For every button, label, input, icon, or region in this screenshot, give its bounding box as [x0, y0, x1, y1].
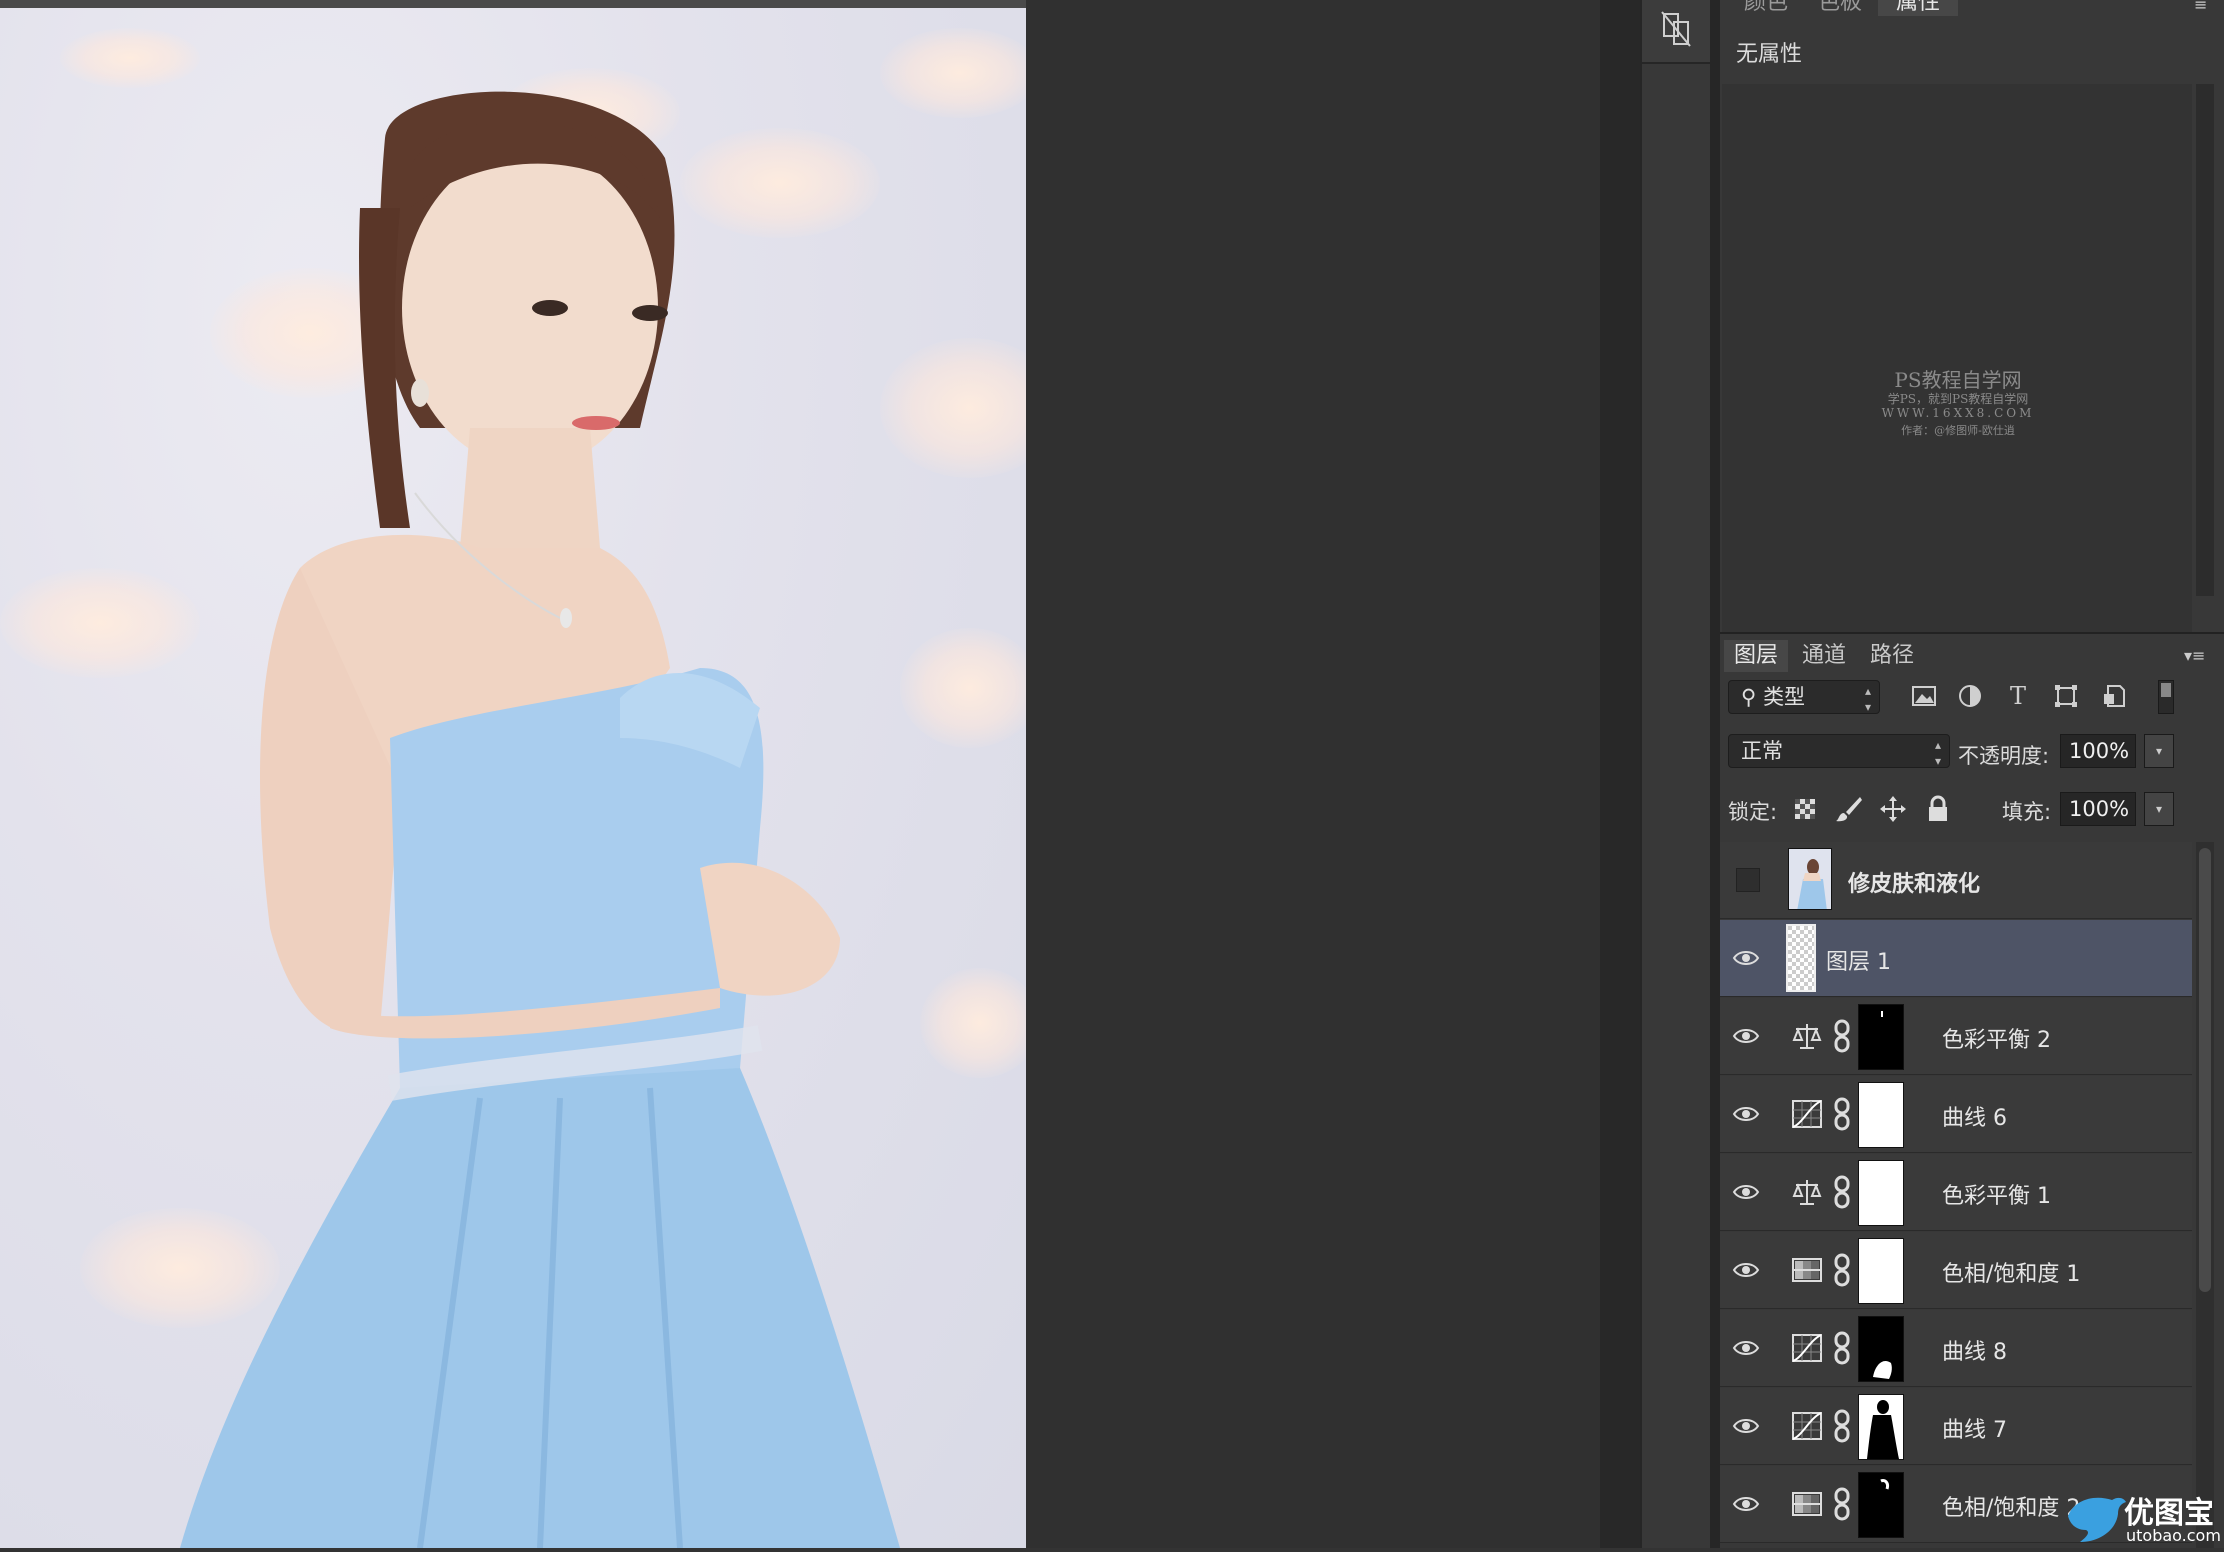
smart-object-filter-icon[interactable] — [2098, 680, 2130, 712]
layer-thumbnail-transparent — [1786, 924, 1816, 992]
bird-logo-icon — [2068, 1497, 2126, 1542]
layer-row-curves-7[interactable]: 曲线 7 — [1720, 1388, 2192, 1465]
tab-channels[interactable]: 通道 — [1792, 640, 1856, 672]
document-canvas[interactable] — [0, 8, 1026, 1548]
properties-title: 无属性 — [1736, 42, 1803, 67]
eye-icon[interactable] — [1732, 1022, 1760, 1050]
watermark-line2: 学PS，就到PS教程自学网 — [1887, 392, 2029, 406]
layer-row-color-balance-2[interactable]: 色彩平衡 2 — [1720, 998, 2192, 1075]
layers-panel-menu-icon[interactable]: ▾≡ — [2184, 646, 2205, 665]
adjustment-filter-icon[interactable] — [1954, 680, 1986, 712]
tab-properties[interactable]: 属性 — [1878, 0, 1958, 16]
curves-icon — [1792, 1100, 1822, 1128]
panel-menu-icon[interactable]: ≡ — [2194, 0, 2207, 13]
layer-mask-thumbnail — [1858, 1316, 1904, 1382]
properties-scrollbar[interactable] — [2196, 84, 2214, 596]
hue-saturation-icon — [1792, 1258, 1822, 1282]
color-balance-icon — [1792, 1024, 1822, 1049]
layer-row-curves-6[interactable]: 曲线 6 — [1720, 1076, 2192, 1153]
link-chain-icon[interactable] — [1832, 1330, 1852, 1366]
layer-name: 色彩平衡 2 — [1942, 1028, 2051, 1053]
opacity-input[interactable]: 100% — [2060, 734, 2136, 768]
link-chain-icon[interactable] — [1832, 1096, 1852, 1132]
layer-row-hue-saturation-1[interactable]: 色相/饱和度 1 — [1720, 1232, 2192, 1309]
watermark-url: WWW.16XX8.COM — [1881, 406, 2035, 420]
link-chain-icon[interactable] — [1832, 1174, 1852, 1210]
fill-input[interactable]: 100% — [2060, 792, 2136, 826]
portrait-figure — [180, 91, 900, 1548]
fill-label: 填充: — [2002, 800, 2052, 824]
panel-dock-column — [1640, 0, 1712, 1548]
blend-mode-select[interactable]: 正常 ▴ ▾ — [1728, 734, 1950, 768]
tab-swatches[interactable]: 色板 — [1804, 0, 1876, 16]
layer-name: 修皮肤和液化 — [1848, 872, 1981, 897]
properties-dock-button[interactable] — [1642, 0, 1710, 64]
eye-icon[interactable] — [1732, 1490, 1760, 1518]
opacity-label: 不透明度: — [1958, 744, 2050, 768]
lock-transparency-icon[interactable] — [1794, 798, 1816, 820]
curves-icon — [1792, 1412, 1822, 1440]
watermark-author: 作者：@修图师-欧仕逍 — [1901, 424, 2015, 437]
layer-name: 色彩平衡 1 — [1942, 1184, 2051, 1209]
curves-icon — [1792, 1334, 1822, 1362]
eye-icon[interactable] — [1732, 1256, 1760, 1284]
eye-icon[interactable] — [1732, 1334, 1760, 1362]
layer-mask-thumbnail — [1858, 1238, 1904, 1304]
layer-name: 曲线 7 — [1942, 1418, 2007, 1443]
link-chain-icon[interactable] — [1832, 1408, 1852, 1444]
tab-paths[interactable]: 路径 — [1860, 640, 1924, 672]
fill-dropdown-icon[interactable]: ▾ — [2144, 792, 2174, 826]
watermark-title: PS教程自学网 — [1894, 368, 2022, 392]
color-balance-icon — [1792, 1180, 1822, 1205]
layer-row-color-balance-1[interactable]: 色彩平衡 1 — [1720, 1154, 2192, 1231]
panel-divider — [1712, 0, 1720, 1548]
layer-thumbnail — [1788, 848, 1832, 910]
layer-row-skin-retouch[interactable]: 修皮肤和液化 — [1720, 842, 2192, 919]
eye-icon[interactable] — [1732, 1412, 1760, 1440]
layer-mask-thumbnail — [1858, 1394, 1904, 1460]
link-chain-icon[interactable] — [1832, 1018, 1852, 1054]
shape-filter-icon[interactable] — [2050, 680, 2082, 712]
layer-row-layer-1[interactable]: 图层 1 — [1720, 920, 2192, 997]
select-arrows-icon: ▴ ▾ — [1934, 738, 1941, 768]
tab-layers[interactable]: 图层 — [1724, 640, 1788, 672]
workspace-background — [1026, 0, 1600, 1548]
select-arrows-icon: ▴ ▾ — [1864, 684, 1871, 714]
layer-mask-thumbnail — [1858, 1160, 1904, 1226]
link-chain-icon[interactable] — [1832, 1252, 1852, 1288]
layer-name: 图层 1 — [1826, 950, 1891, 975]
layer-list-scroll-thumb[interactable] — [2199, 848, 2211, 1292]
layer-name: 曲线 8 — [1942, 1340, 2007, 1365]
layer-name: 曲线 6 — [1942, 1106, 2007, 1131]
layer-list: 修皮肤和液化 图层 1 色彩平衡 2 曲线 6 色彩平衡 1 色相/饱和度 1 … — [1720, 842, 2192, 1548]
layer-row-curves-8[interactable]: 曲线 8 — [1720, 1310, 2192, 1387]
layer-mask-thumbnail — [1858, 1082, 1904, 1148]
layer-name: 色相/饱和度 1 — [1942, 1262, 2081, 1287]
opacity-dropdown-icon[interactable]: ▾ — [2144, 734, 2174, 768]
lock-pixels-brush-icon[interactable] — [1834, 794, 1864, 824]
tab-color[interactable]: 颜色 — [1730, 0, 1802, 16]
link-chain-icon[interactable] — [1832, 1486, 1852, 1522]
image-filter-icon[interactable] — [1908, 680, 1940, 712]
eye-icon[interactable] — [1732, 1178, 1760, 1206]
visibility-toggle-off[interactable] — [1736, 868, 1760, 892]
eye-icon[interactable] — [1732, 944, 1760, 972]
lock-label: 锁定: — [1728, 800, 1778, 824]
lock-all-icon[interactable] — [1924, 794, 1952, 824]
properties-icon — [1661, 11, 1691, 47]
layer-mask-thumbnail — [1858, 1472, 1904, 1538]
logo-subtext: utobao.com — [2126, 1526, 2221, 1545]
workspace-edge — [1600, 0, 1640, 1548]
hue-saturation-icon — [1792, 1492, 1822, 1516]
eye-icon[interactable] — [1732, 1100, 1760, 1128]
lock-position-move-icon[interactable] — [1878, 794, 1908, 824]
search-icon: ⚲ — [1741, 685, 1764, 709]
layer-filter-select[interactable]: ⚲ 类型 ▴ ▾ — [1728, 680, 1880, 714]
layer-mask-thumbnail — [1858, 1004, 1904, 1070]
properties-content: PS教程自学网 学PS，就到PS教程自学网 WWW.16XX8.COM 作者：@… — [1722, 84, 2192, 632]
filter-toggle-switch[interactable] — [2158, 680, 2174, 714]
type-filter-icon[interactable]: T — [2002, 680, 2034, 712]
